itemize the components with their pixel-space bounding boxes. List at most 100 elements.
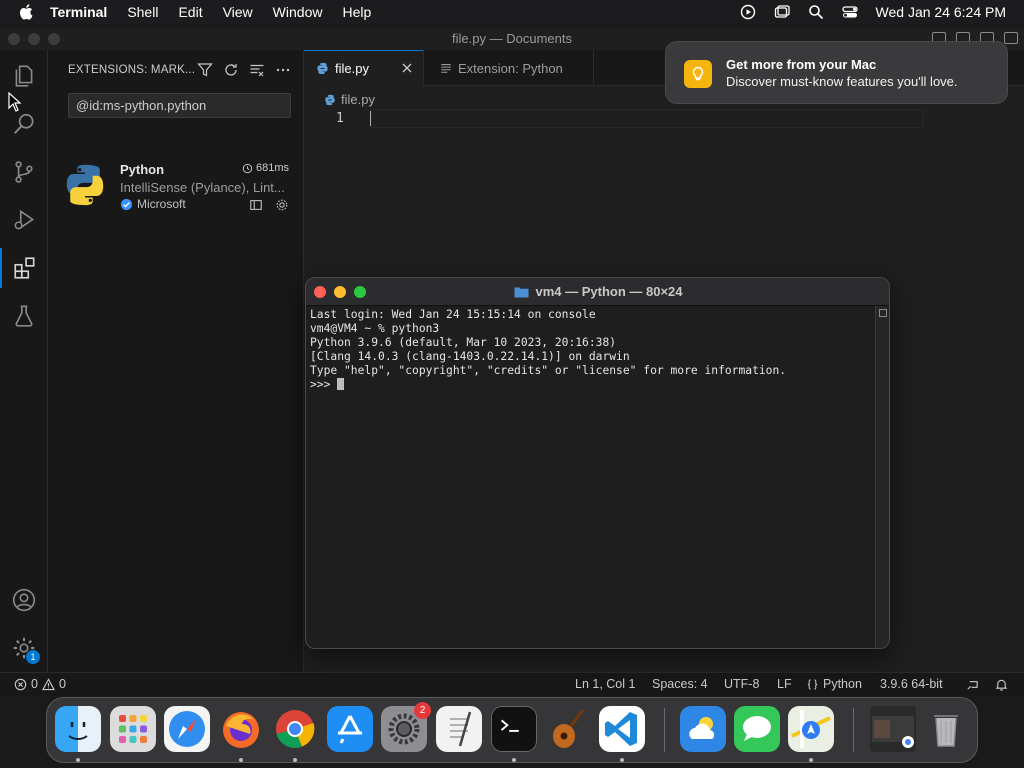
current-line-highlight[interactable] — [370, 109, 924, 128]
terminal-line: Python 3.9.6 (default, Mar 10 2023, 20:1… — [310, 336, 617, 349]
language-mode[interactable]: Python — [806, 677, 862, 691]
control-center-icon[interactable] — [841, 4, 858, 20]
notification-banner[interactable]: Get more from your Mac Discover must-kno… — [665, 41, 1008, 104]
encoding[interactable]: UTF-8 — [724, 677, 759, 691]
dock-trash-icon[interactable] — [923, 706, 969, 752]
python-logo-icon — [66, 164, 104, 206]
tips-lightbulb-icon — [684, 60, 712, 88]
filter-icon[interactable] — [197, 62, 213, 78]
dock-firefox-icon[interactable] — [218, 706, 264, 752]
running-indicator — [809, 758, 813, 762]
extension-list-item[interactable]: Python 681ms IntelliSense (Pylance), Lin… — [48, 158, 303, 214]
extensions-button[interactable] — [0, 248, 48, 288]
activation-time-value: 681ms — [255, 162, 289, 174]
dock-safari-icon[interactable] — [164, 706, 210, 752]
refresh-icon[interactable] — [223, 62, 239, 78]
breadcrumb: file.py — [324, 92, 375, 107]
files-icon — [15, 65, 33, 87]
breadcrumb-file[interactable]: file.py — [341, 92, 375, 107]
tab-file-py-label: file.py — [335, 61, 369, 76]
menu-shell[interactable]: Shell — [127, 4, 158, 20]
dock-app-store-icon[interactable] — [327, 706, 373, 752]
more-actions-icon[interactable] — [275, 62, 291, 78]
menu-bar: Terminal Shell Edit View Window Help Wed… — [0, 0, 1024, 24]
clear-results-icon[interactable] — [249, 62, 265, 78]
extensions-icon — [14, 257, 35, 279]
tab-file-py[interactable]: file.py — [304, 50, 424, 86]
running-indicator — [620, 758, 624, 762]
menu-edit[interactable]: Edit — [178, 4, 202, 20]
mouse-pointer-icon — [8, 92, 22, 112]
dock-minimized-window-icon[interactable] — [870, 706, 916, 752]
running-indicator — [293, 758, 297, 762]
dock-vscode-icon[interactable] — [599, 706, 645, 752]
menu-help[interactable]: Help — [342, 4, 371, 20]
extension-publisher: Microsoft — [120, 197, 186, 211]
indentation[interactable]: Spaces: 4 — [652, 677, 708, 691]
dock-finder-icon[interactable] — [55, 706, 101, 752]
menu-view[interactable]: View — [223, 4, 253, 20]
terminal-line: Type "help", "copyright", "credits" or "… — [310, 364, 787, 377]
terminal-window: vm4 — Python — 80×24 Last login: Wed Jan… — [305, 277, 890, 649]
stage-manager-icon[interactable] — [774, 4, 790, 20]
run-debug-button[interactable] — [0, 200, 48, 240]
search-icon — [14, 113, 34, 134]
accounts-button[interactable] — [0, 580, 48, 620]
tab-extension-python[interactable]: Extension: Python — [426, 50, 594, 86]
terminal-prompt-line: >>> — [310, 378, 876, 392]
feedback-icon[interactable] — [966, 678, 979, 691]
extensions-search-input[interactable] — [68, 93, 291, 118]
problems-status[interactable]: 0 0 — [14, 677, 66, 691]
terminal-scrollbar[interactable] — [875, 306, 889, 648]
dock: 2 — [46, 697, 978, 763]
dock-garageband-icon[interactable] — [545, 706, 591, 752]
terminal-output[interactable]: Last login: Wed Jan 24 15:15:14 on conso… — [310, 308, 876, 392]
dock-maps-icon[interactable] — [788, 706, 834, 752]
python-interpreter[interactable]: 3.9.6 64-bit — [880, 677, 943, 691]
explorer-button[interactable] — [0, 56, 48, 96]
dock-terminal-icon[interactable] — [491, 706, 537, 752]
spotlight-search-icon[interactable] — [808, 4, 824, 20]
menubar-clock[interactable]: Wed Jan 24 6:24 PM — [876, 4, 1006, 20]
warning-count: 0 — [58, 677, 66, 691]
screen-recording-icon[interactable] — [740, 4, 756, 20]
activity-bar: 1 — [0, 50, 48, 672]
apple-menu-icon[interactable] — [18, 3, 36, 21]
dock-chrome-icon[interactable] — [272, 706, 318, 752]
manage-extension-gear-icon[interactable] — [275, 198, 289, 212]
menu-app-name[interactable]: Terminal — [50, 4, 107, 20]
error-count: 0 — [31, 677, 38, 691]
notifications-bell-icon[interactable] — [995, 678, 1008, 691]
dock-messages-icon[interactable] — [734, 706, 780, 752]
cursor-position[interactable]: Ln 1, Col 1 — [575, 677, 635, 691]
publisher-name: Microsoft — [137, 197, 186, 211]
extension-description: IntelliSense (Pylance), Lint... — [120, 180, 285, 195]
beaker-icon — [15, 305, 33, 327]
warning-icon — [41, 677, 55, 690]
customize-layout-icon[interactable] — [1004, 32, 1018, 44]
end-of-line[interactable]: LF — [777, 677, 792, 691]
dock-weather-icon[interactable] — [680, 706, 726, 752]
running-indicator — [76, 758, 80, 762]
dock-launchpad-icon[interactable] — [110, 706, 156, 752]
sync-ignored-icon[interactable] — [249, 198, 263, 212]
extension-tab-icon — [441, 64, 451, 73]
terminal-titlebar: vm4 — Python — 80×24 — [306, 278, 889, 306]
testing-button[interactable] — [0, 296, 48, 336]
close-icon[interactable] — [401, 62, 413, 74]
manage-button[interactable]: 1 — [0, 628, 48, 668]
dock-separator — [664, 708, 665, 752]
terminal-line: [Clang 14.0.3 (clang-1403.0.22.14.1)] on… — [310, 350, 630, 363]
terminal-line: vm4@VM4 ~ % python3 — [310, 322, 440, 335]
running-indicator — [239, 758, 243, 762]
menu-window[interactable]: Window — [273, 4, 323, 20]
account-icon — [12, 588, 36, 612]
scrollbar-button-icon[interactable] — [879, 309, 887, 317]
dock-system-settings-icon[interactable]: 2 — [381, 702, 431, 752]
activation-time: 681ms — [242, 162, 289, 174]
source-control-button[interactable] — [0, 152, 48, 192]
python-prompt: >>> — [310, 378, 338, 391]
dock-textedit-icon[interactable] — [436, 706, 482, 752]
manage-update-badge: 1 — [26, 650, 40, 664]
verified-publisher-icon — [120, 198, 133, 210]
